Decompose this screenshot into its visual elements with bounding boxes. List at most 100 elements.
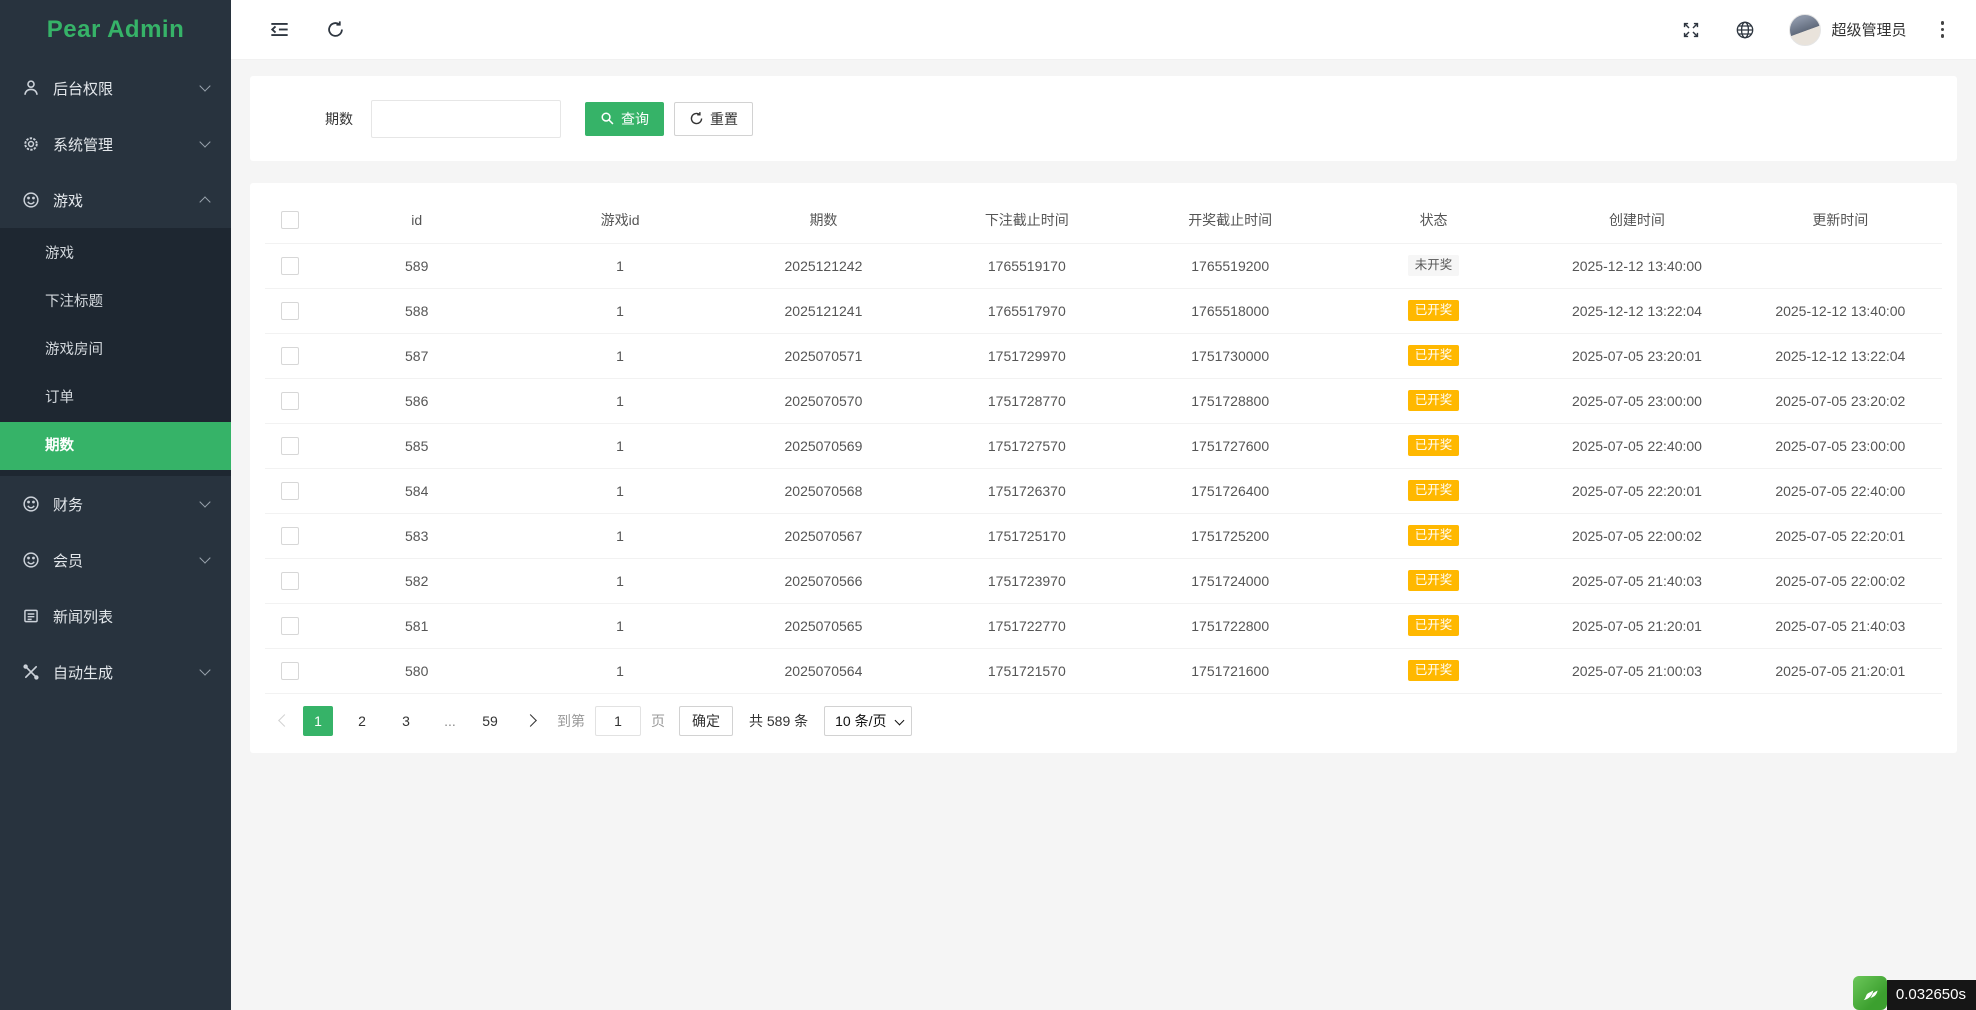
- period-input[interactable]: [371, 100, 561, 138]
- cell-draw-deadline: 1751724000: [1129, 558, 1332, 603]
- user-menu[interactable]: 超级管理员: [1789, 14, 1906, 46]
- sidebar-subitem-bet-title[interactable]: 下注标题: [0, 278, 231, 326]
- sidebar-item-games[interactable]: 游戏: [0, 172, 231, 228]
- cell-bet-deadline: 1751725170: [925, 513, 1128, 558]
- user-icon: [22, 79, 41, 98]
- status-badge: 已开奖: [1408, 525, 1460, 546]
- sidebar-item-auto-generate[interactable]: 自动生成: [0, 644, 231, 700]
- page-button[interactable]: 2: [347, 706, 377, 736]
- table-row: 585 1 2025070569 1751727570 1751727600 已…: [265, 423, 1942, 468]
- cell-draw-deadline: 1751727600: [1129, 423, 1332, 468]
- cell-game-id: 1: [518, 333, 721, 378]
- jump-to-label: 到第: [557, 711, 585, 731]
- query-button[interactable]: 查询: [585, 102, 664, 136]
- table-header-row: id 游戏id 期数 下注截止时间 开奖截止时间 状态 创建时间 更新时间: [265, 198, 1942, 243]
- search-icon: [600, 111, 615, 126]
- chevron-down-icon: [199, 496, 210, 507]
- cell-bet-deadline: 1751726370: [925, 468, 1128, 513]
- cell-updated-time: [1739, 243, 1942, 288]
- row-checkbox[interactable]: [281, 572, 299, 590]
- cell-id: 588: [315, 288, 518, 333]
- row-checkbox[interactable]: [281, 482, 299, 500]
- sidebar-item-system-management[interactable]: 系统管理: [0, 116, 231, 172]
- cell-updated-time: 2025-07-05 22:20:01: [1739, 513, 1942, 558]
- more-menu-icon[interactable]: [1937, 17, 1949, 42]
- cell-bet-deadline: 1751729970: [925, 333, 1128, 378]
- cell-status: 未开奖: [1332, 243, 1535, 288]
- cell-id: 589: [315, 243, 518, 288]
- cell-draw-deadline: 1751725200: [1129, 513, 1332, 558]
- sidebar-item-news-list[interactable]: 新闻列表: [0, 588, 231, 644]
- cell-period: 2025070570: [722, 378, 925, 423]
- status-badge: 已开奖: [1408, 435, 1460, 456]
- sidebar-subitem-game[interactable]: 游戏: [0, 230, 231, 278]
- sidebar-item-label: 自动生成: [53, 662, 201, 683]
- tools-icon: [22, 663, 41, 682]
- cell-created-time: 2025-07-05 22:20:01: [1535, 468, 1738, 513]
- reset-button[interactable]: 重置: [674, 102, 753, 136]
- cell-status: 已开奖: [1332, 603, 1535, 648]
- column-header: 游戏id: [518, 198, 721, 243]
- confirm-jump-button[interactable]: 确定: [679, 706, 733, 736]
- row-checkbox[interactable]: [281, 257, 299, 275]
- cell-id: 580: [315, 648, 518, 693]
- cell-updated-time: 2025-07-05 23:20:02: [1739, 378, 1942, 423]
- data-table-panel: id 游戏id 期数 下注截止时间 开奖截止时间 状态 创建时间 更新时间: [250, 183, 1957, 753]
- cell-updated-time: 2025-07-05 21:20:01: [1739, 648, 1942, 693]
- cell-game-id: 1: [518, 243, 721, 288]
- sidebar: Pear Admin 后台权限 系统管理 游戏 游戏 下注标题 游戏房: [0, 0, 231, 1010]
- row-checkbox[interactable]: [281, 617, 299, 635]
- cell-game-id: 1: [518, 558, 721, 603]
- smiley-icon: [22, 551, 41, 570]
- sidebar-item-backend-permissions[interactable]: 后台权限: [0, 60, 231, 116]
- cell-created-time: 2025-12-12 13:40:00: [1535, 243, 1738, 288]
- page-button[interactable]: 59: [475, 706, 505, 736]
- sidebar-item-finance[interactable]: 财务: [0, 476, 231, 532]
- row-checkbox[interactable]: [281, 347, 299, 365]
- sidebar-submenu-games: 游戏 下注标题 游戏房间 订单 期数: [0, 228, 231, 476]
- cell-updated-time: 2025-12-12 13:40:00: [1739, 288, 1942, 333]
- next-page-button[interactable]: [519, 706, 541, 736]
- sidebar-subitem-periods[interactable]: 期数: [0, 422, 231, 470]
- row-checkbox[interactable]: [281, 392, 299, 410]
- jump-page-input[interactable]: [595, 706, 641, 736]
- row-checkbox[interactable]: [281, 527, 299, 545]
- row-checkbox[interactable]: [281, 662, 299, 680]
- status-badge: 已开奖: [1408, 480, 1460, 501]
- content: 期数 查询 重置: [231, 60, 1976, 1010]
- cell-id: 581: [315, 603, 518, 648]
- page-ellipsis: ...: [435, 706, 465, 736]
- status-badge: 未开奖: [1408, 255, 1460, 276]
- cell-period: 2025070566: [722, 558, 925, 603]
- column-header: 下注截止时间: [925, 198, 1128, 243]
- table-row: 583 1 2025070567 1751725170 1751725200 已…: [265, 513, 1942, 558]
- page-button[interactable]: 1: [303, 706, 333, 736]
- prev-page-button[interactable]: [273, 706, 295, 736]
- thinkphp-logo-icon[interactable]: [1853, 976, 1887, 1010]
- app-logo: Pear Admin: [0, 0, 231, 60]
- total-count-label: 共 589 条: [749, 711, 808, 731]
- row-checkbox[interactable]: [281, 302, 299, 320]
- sidebar-subitem-game-room[interactable]: 游戏房间: [0, 326, 231, 374]
- row-checkbox[interactable]: [281, 437, 299, 455]
- column-header: 状态: [1332, 198, 1535, 243]
- cell-id: 583: [315, 513, 518, 558]
- sidebar-subitem-orders[interactable]: 订单: [0, 374, 231, 422]
- table-row: 584 1 2025070568 1751726370 1751726400 已…: [265, 468, 1942, 513]
- fullscreen-icon[interactable]: [1681, 20, 1701, 40]
- cell-status: 已开奖: [1332, 333, 1535, 378]
- sidebar-item-members[interactable]: 会员: [0, 532, 231, 588]
- status-badge: 已开奖: [1408, 345, 1460, 366]
- language-globe-icon[interactable]: [1735, 20, 1755, 40]
- table-body: 589 1 2025121242 1765519170 1765519200 未…: [265, 243, 1942, 693]
- cell-id: 585: [315, 423, 518, 468]
- cell-period: 2025070568: [722, 468, 925, 513]
- status-badge: 已开奖: [1408, 660, 1460, 681]
- page-button[interactable]: 3: [391, 706, 421, 736]
- table-row: 587 1 2025070571 1751729970 1751730000 已…: [265, 333, 1942, 378]
- collapse-sidebar-icon[interactable]: [269, 20, 290, 39]
- page-size-select[interactable]: 10 条/页: [824, 706, 911, 736]
- column-header: id: [315, 198, 518, 243]
- refresh-icon[interactable]: [326, 20, 345, 39]
- select-all-checkbox[interactable]: [281, 211, 299, 229]
